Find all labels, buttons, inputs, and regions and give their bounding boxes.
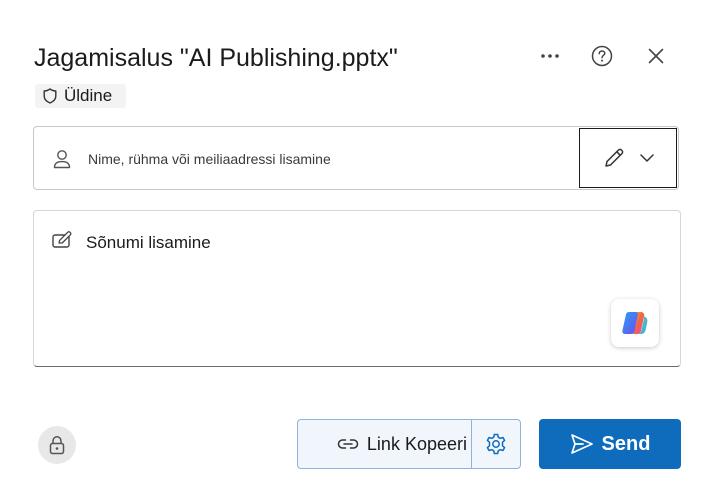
- message-input[interactable]: [86, 233, 606, 333]
- chevron-down-icon: [640, 154, 654, 162]
- gear-icon: [486, 433, 506, 455]
- close-icon: [648, 48, 664, 64]
- send-icon: [570, 434, 593, 454]
- sensitivity-label-text: Üldine: [64, 86, 113, 105]
- send-button[interactable]: Send: [539, 419, 681, 469]
- sensitivity-label-badge[interactable]: Üldine: [35, 84, 127, 108]
- person-icon: [53, 150, 71, 169]
- more-options-button[interactable]: [534, 40, 566, 72]
- recipient-input[interactable]: [86, 145, 560, 173]
- close-button[interactable]: [640, 40, 672, 72]
- copy-link-group: Link Kopeeri: [297, 419, 521, 469]
- help-button[interactable]: [586, 40, 618, 72]
- permission-dropdown-button[interactable]: [579, 128, 677, 188]
- pencil-icon: [605, 148, 624, 167]
- link-icon: [337, 439, 359, 449]
- link-settings-lock-button[interactable]: [38, 426, 76, 464]
- message-field[interactable]: [33, 210, 681, 367]
- copy-link-button[interactable]: Link Kopeeri: [298, 420, 472, 468]
- lock-icon: [49, 436, 65, 455]
- recipient-field[interactable]: [33, 126, 679, 190]
- more-horizontal-icon: [541, 54, 559, 58]
- send-label: Send: [601, 432, 651, 455]
- copy-link-label: Link Kopeeri: [366, 433, 467, 454]
- copilot-button[interactable]: [611, 299, 659, 347]
- copilot-icon: [622, 312, 648, 334]
- question-circle-icon: [591, 45, 613, 67]
- link-settings-button[interactable]: [472, 420, 520, 468]
- shield-icon: [43, 88, 57, 104]
- edit-note-icon: [52, 231, 72, 248]
- dialog-title: Jagamisalus "AI Publishing.pptx": [34, 44, 398, 72]
